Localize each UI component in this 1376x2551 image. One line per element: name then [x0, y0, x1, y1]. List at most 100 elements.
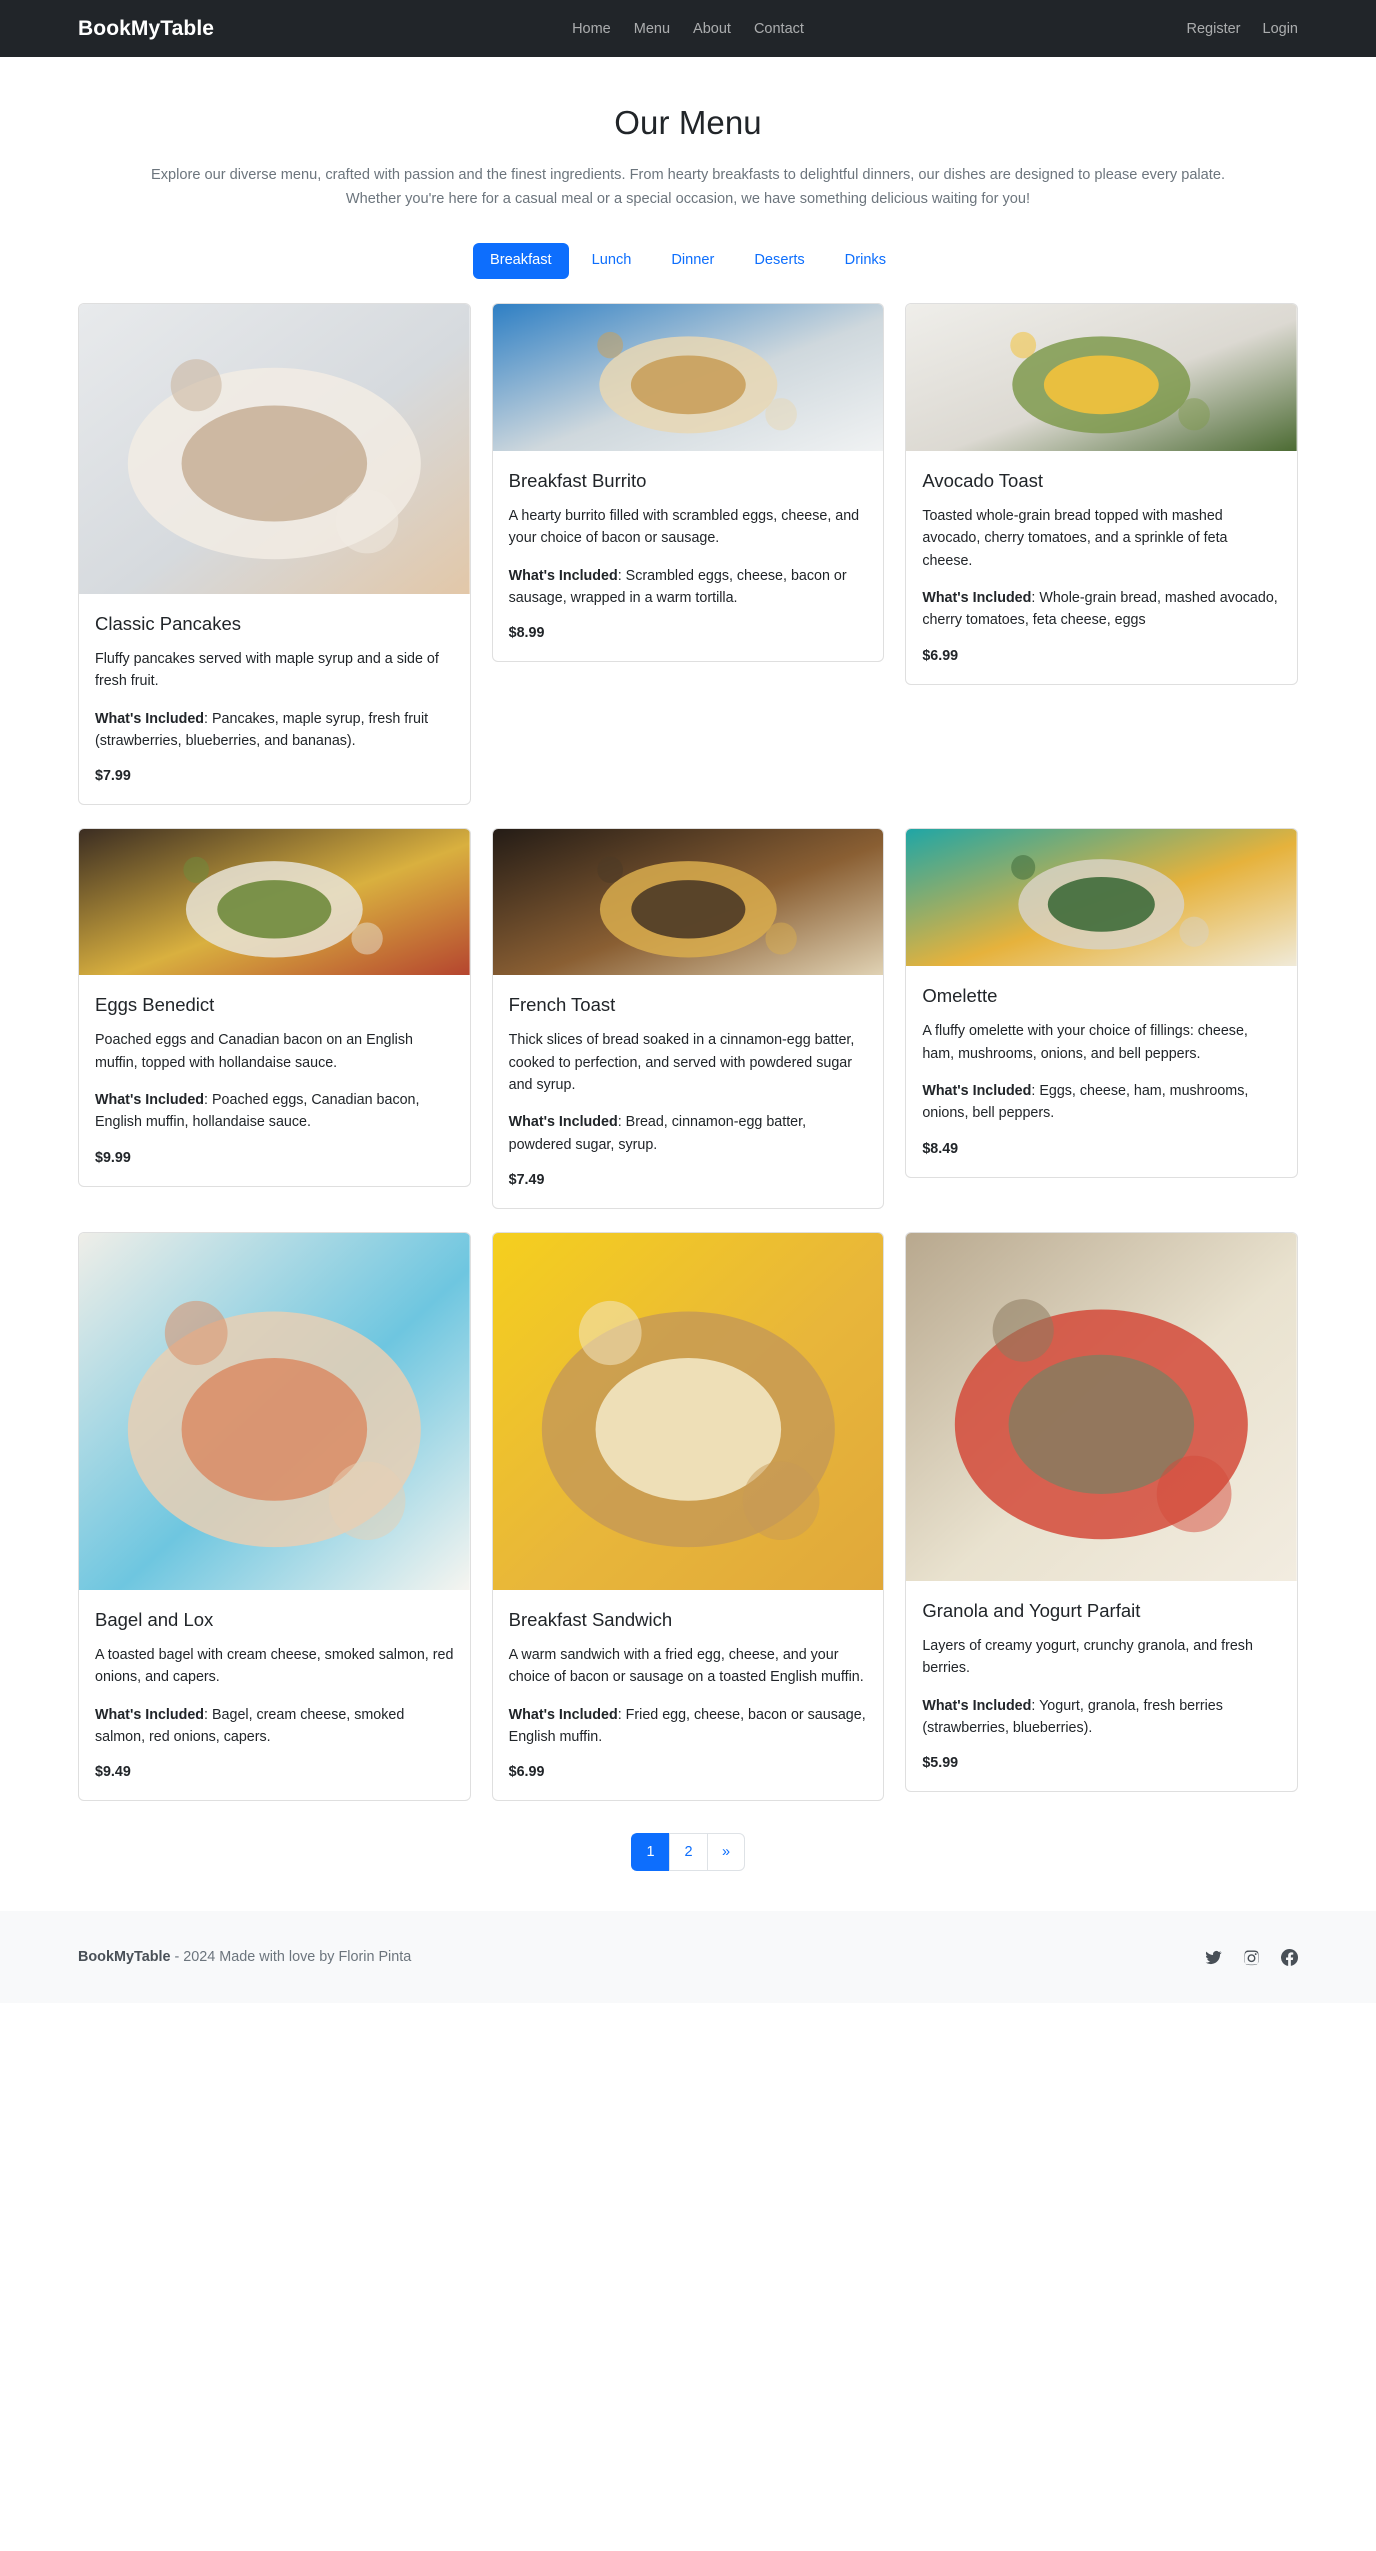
menu-item-price: $6.99: [508, 1764, 545, 1781]
menu-item-included: What's Included: Pancakes, maple syrup, …: [95, 708, 454, 753]
pagination: 1 2 »: [78, 1833, 1298, 1872]
menu-item-description: A toasted bagel with cream cheese, smoke…: [95, 1647, 454, 1686]
menu-item-title: Omelette: [922, 985, 998, 1007]
included-colon: :: [1031, 1697, 1040, 1714]
menu-item-card[interactable]: Granola and Yogurt Parfait Layers of cre…: [905, 1231, 1298, 1793]
nav-link-register[interactable]: Register: [1187, 21, 1241, 37]
menu-item-price: $8.99: [508, 625, 545, 642]
page-title: Our Menu: [614, 104, 762, 141]
tab-lunch[interactable]: Lunch: [575, 243, 649, 279]
included-label: What's Included: [922, 1083, 1032, 1099]
menu-item-price: $7.99: [95, 768, 131, 785]
menu-item-card[interactable]: Eggs Benedict Poached eggs and Canadian …: [78, 828, 471, 1187]
menu-item-body: French Toast Thick slices of bread soake…: [493, 975, 884, 1208]
menu-item-card[interactable]: French Toast Thick slices of bread soake…: [491, 828, 885, 1209]
included-label: What's Included: [95, 1706, 205, 1723]
nav-link-menu[interactable]: Menu: [634, 21, 670, 37]
included-colon: :: [617, 567, 626, 584]
twitter-icon[interactable]: [1205, 1949, 1222, 1966]
included-label: What's Included: [508, 1114, 618, 1131]
menu-item-included: What's Included: Scrambled eggs, cheese,…: [509, 565, 868, 610]
nav-link-home[interactable]: Home: [572, 21, 611, 37]
breakfast-sandwich-photo: [492, 1232, 884, 1590]
pagination-page-1[interactable]: 1: [631, 1833, 669, 1872]
menu-item-included: What's Included: Whole-grain bread, mash…: [922, 587, 1281, 632]
menu-item-description: A fluffy omelette with your choice of fi…: [922, 1023, 1248, 1062]
menu-item-price: $5.99: [922, 1755, 959, 1772]
menu-item-card[interactable]: Bagel and Lox A toasted bagel with cream…: [78, 1231, 471, 1802]
menu-item-body: Granola and Yogurt Parfait Layers of cre…: [906, 1581, 1297, 1791]
bagel-and-lox-photo: [79, 1232, 470, 1590]
social-links: [1205, 1948, 1298, 1966]
menu-item-description: Layers of creamy yogurt, crunchy granola…: [922, 1638, 1253, 1677]
menu-item-price: $9.49: [95, 1764, 131, 1781]
menu-item-included: What's Included: Poached eggs, Canadian …: [95, 1089, 454, 1134]
nav-link-about[interactable]: About: [693, 21, 731, 37]
included-colon: :: [204, 1706, 212, 1723]
menu-item-body: Avocado Toast Toasted whole-grain bread …: [906, 451, 1297, 684]
included-colon: :: [204, 710, 212, 727]
pagination-page-2[interactable]: 2: [669, 1833, 707, 1872]
menu-item-price: $6.99: [922, 647, 959, 664]
menu-item-card[interactable]: Classic Pancakes Fluffy pancakes served …: [78, 302, 471, 806]
menu-item-title: Breakfast Burrito: [508, 469, 647, 491]
avocado-toast-photo: [906, 303, 1297, 451]
menu-item-price: $7.49: [508, 1171, 545, 1188]
included-label: What's Included: [922, 1697, 1032, 1714]
footer-brand: BookMyTable: [78, 1949, 171, 1966]
menu-item-description: A hearty burrito filled with scrambled e…: [508, 508, 860, 547]
tab-drinks[interactable]: Drinks: [828, 243, 903, 279]
eggs-benedict-photo: [79, 829, 470, 976]
included-colon: :: [204, 1092, 212, 1108]
menu-item-description: Fluffy pancakes served with maple syrup …: [95, 651, 439, 690]
page-description: Explore our diverse menu, crafted with p…: [150, 167, 1226, 207]
included-colon: :: [617, 1114, 626, 1131]
included-colon: :: [617, 1706, 626, 1723]
included-label: What's Included: [508, 567, 618, 584]
menu-item-description: Thick slices of bread soaked in a cinnam…: [508, 1032, 855, 1093]
menu-item-body: Breakfast Sandwich A warm sandwich with …: [493, 1590, 884, 1800]
facebook-icon[interactable]: [1281, 1948, 1298, 1966]
brand-logo[interactable]: BookMyTable: [78, 17, 214, 41]
tab-deserts[interactable]: Deserts: [737, 243, 821, 279]
menu-item-title: Classic Pancakes: [95, 612, 242, 634]
menu-item-description: A warm sandwich with a fried egg, cheese…: [508, 1647, 864, 1686]
included-label: What's Included: [95, 710, 205, 727]
tab-dinner[interactable]: Dinner: [654, 243, 731, 279]
menu-item-title: Breakfast Sandwich: [508, 1608, 673, 1630]
omelette-photo: [906, 829, 1297, 967]
menu-item-title: French Toast: [508, 994, 616, 1016]
menu-item-included: What's Included: Eggs, cheese, ham, mush…: [922, 1080, 1281, 1125]
footer-copy: - 2024 Made with love by Florin Pinta: [170, 1949, 412, 1966]
page-content: Our Menu Explore our diverse menu, craft…: [0, 104, 1376, 1872]
footer-credit: BookMyTable - 2024 Made with love by Flo…: [78, 1949, 411, 1965]
menu-item-body: Omelette A fluffy omelette with your cho…: [906, 966, 1297, 1176]
included-label: What's Included: [922, 589, 1032, 606]
instagram-icon[interactable]: [1243, 1949, 1260, 1966]
menu-item-body: Eggs Benedict Poached eggs and Canadian …: [79, 975, 470, 1185]
nav-links: Home Menu About Contact: [572, 21, 804, 37]
menu-item-included: What's Included: Bread, cinnamon-egg bat…: [509, 1111, 868, 1156]
menu-item-card[interactable]: Breakfast Sandwich A warm sandwich with …: [491, 1231, 885, 1802]
menu-item-card[interactable]: Breakfast Burrito A hearty burrito fille…: [491, 302, 885, 663]
menu-grid: Classic Pancakes Fluffy pancakes served …: [78, 302, 1298, 1802]
nav-link-login[interactable]: Login: [1263, 21, 1298, 37]
pagination-next[interactable]: »: [707, 1833, 745, 1872]
menu-item-title: Granola and Yogurt Parfait: [922, 1599, 1141, 1621]
menu-item-price: $8.49: [922, 1140, 959, 1157]
menu-item-title: Avocado Toast: [922, 469, 1044, 491]
menu-item-body: Classic Pancakes Fluffy pancakes served …: [79, 594, 470, 804]
menu-item-description: Toasted whole-grain bread topped with ma…: [922, 508, 1228, 569]
menu-item-body: Bagel and Lox A toasted bagel with cream…: [79, 1590, 470, 1800]
menu-item-card[interactable]: Avocado Toast Toasted whole-grain bread …: [905, 302, 1298, 685]
menu-item-price: $9.99: [95, 1149, 131, 1166]
granola-yogurt-parfait-photo: [906, 1232, 1297, 1581]
menu-item-body: Breakfast Burrito A hearty burrito fille…: [493, 451, 884, 661]
tab-breakfast[interactable]: Breakfast: [472, 243, 569, 279]
menu-item-card[interactable]: Omelette A fluffy omelette with your cho…: [905, 828, 1298, 1178]
included-label: What's Included: [508, 1706, 618, 1723]
footer: BookMyTable - 2024 Made with love by Flo…: [0, 1911, 1376, 2004]
menu-item-title: Bagel and Lox: [95, 1608, 214, 1630]
nav-link-contact[interactable]: Contact: [754, 21, 804, 37]
included-label: What's Included: [95, 1092, 205, 1108]
